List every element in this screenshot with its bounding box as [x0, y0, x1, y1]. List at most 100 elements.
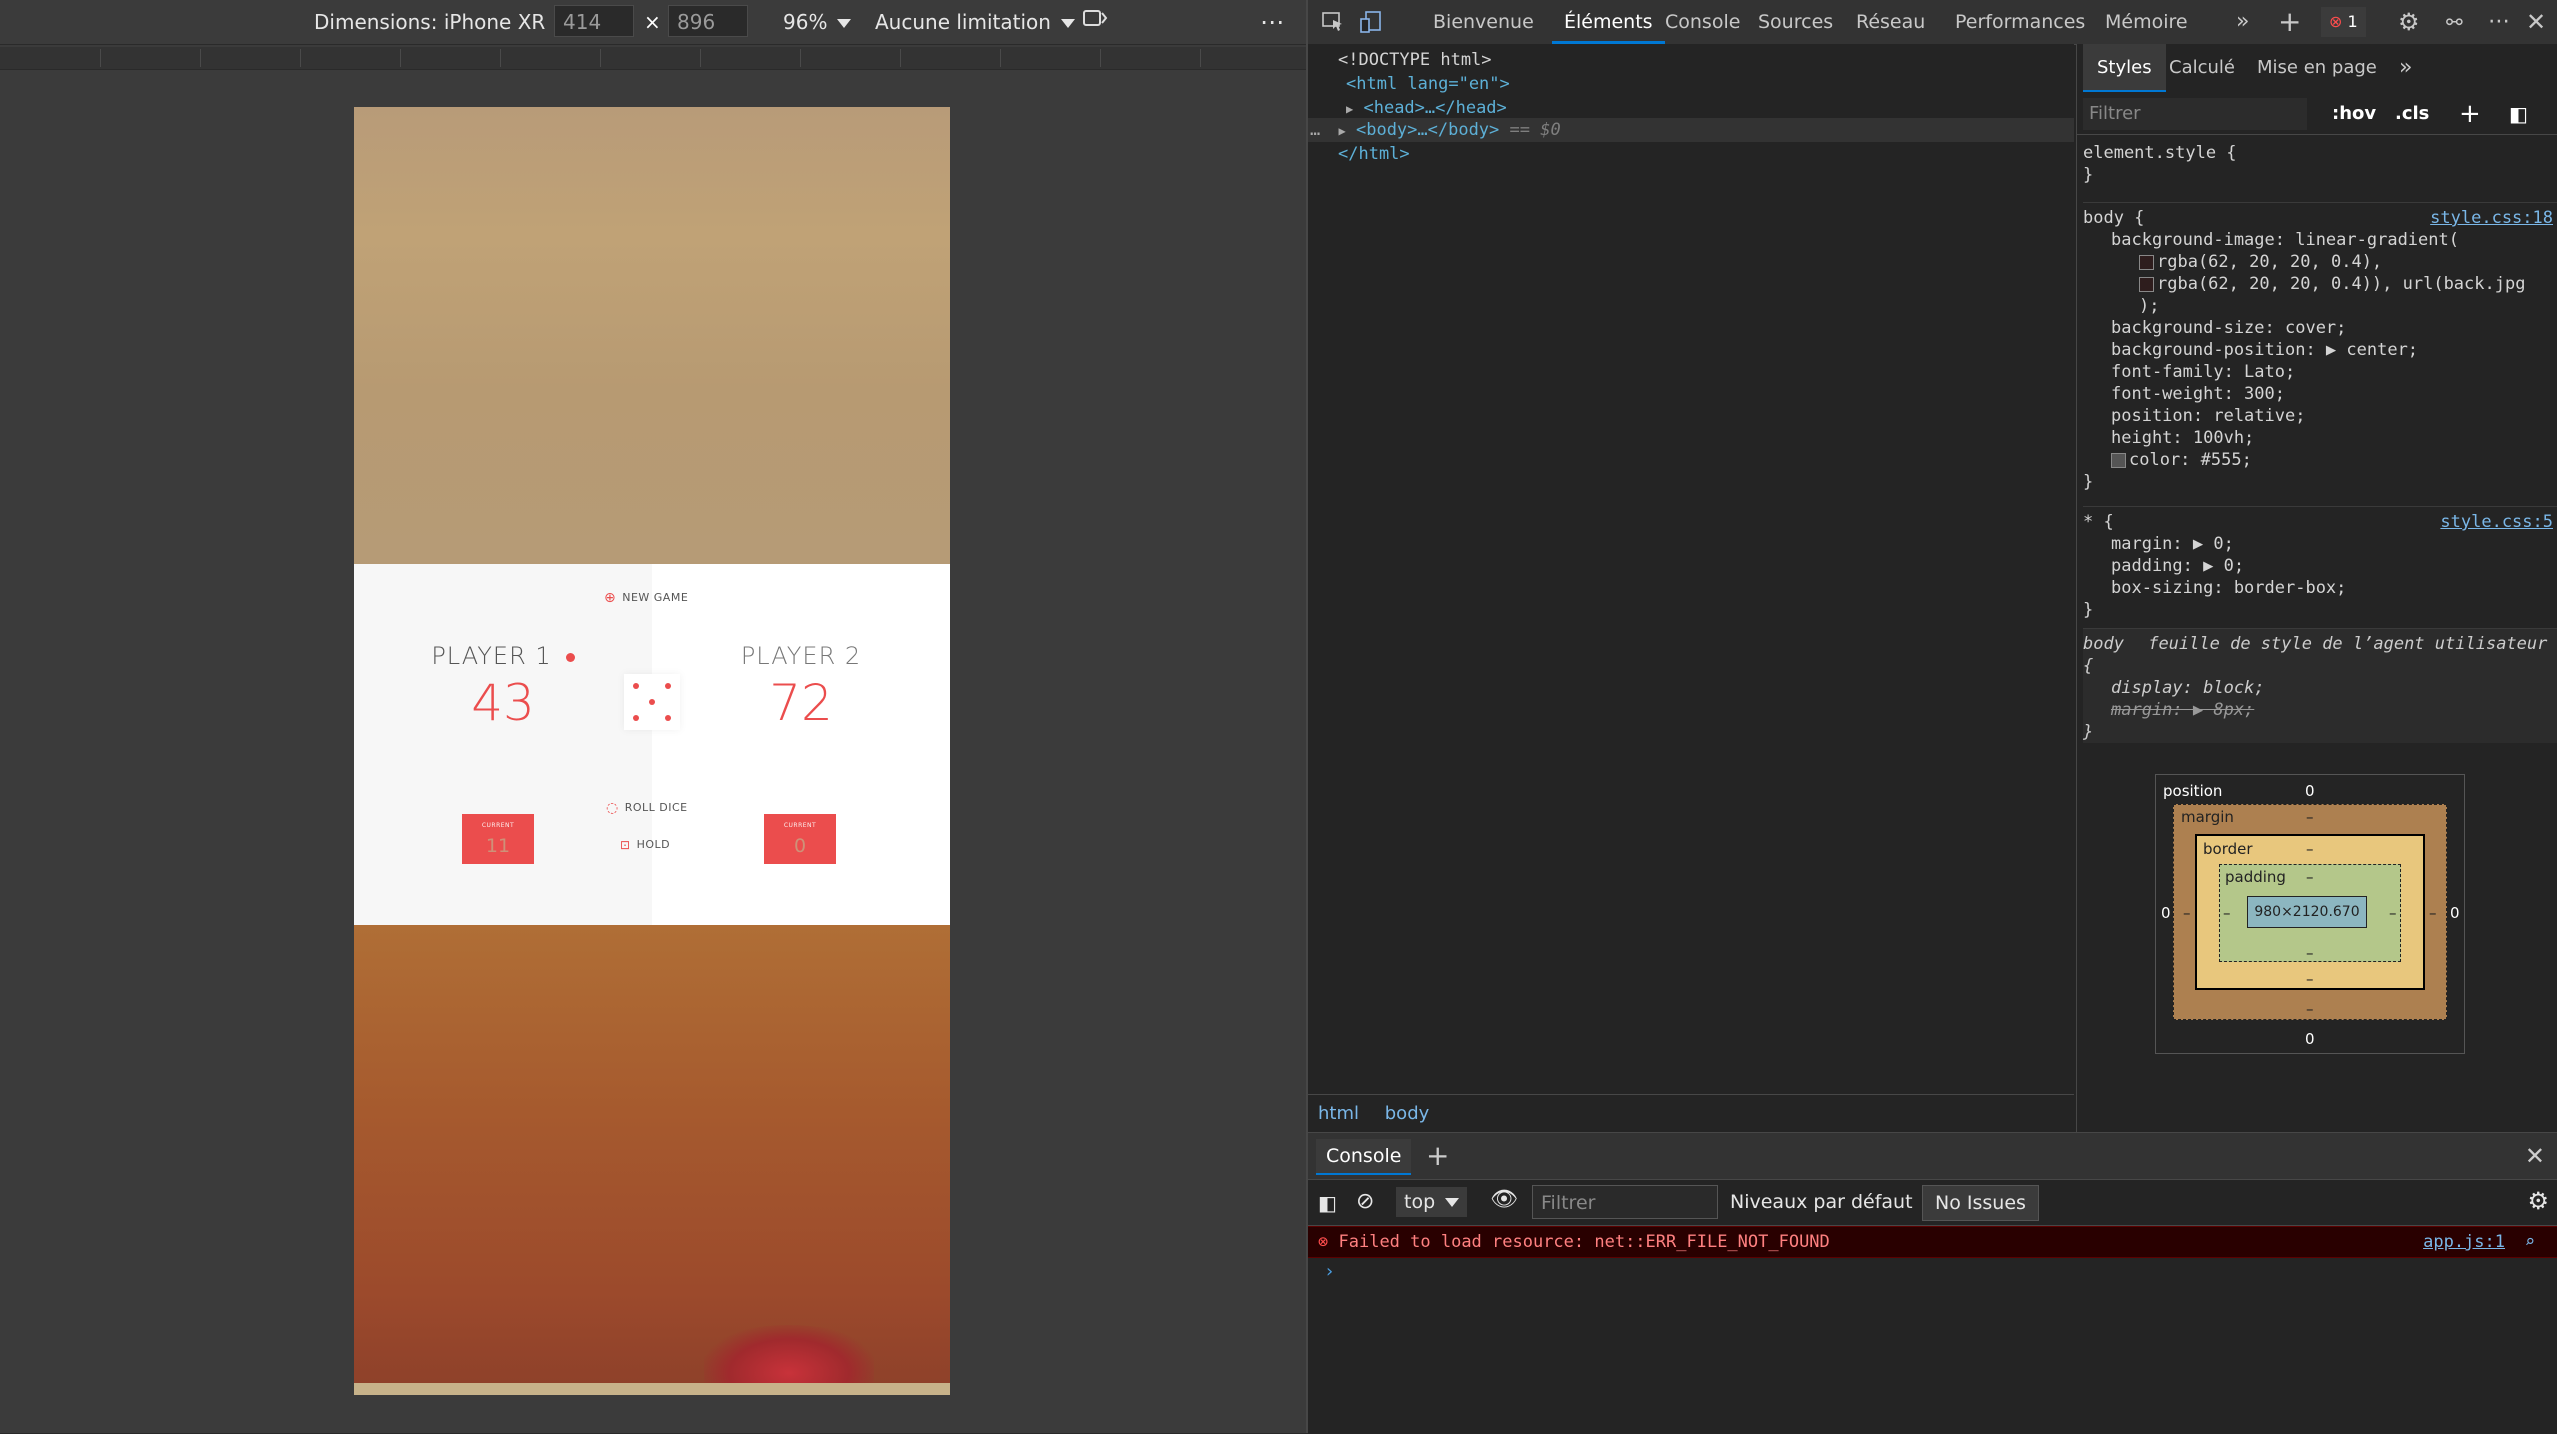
css-declaration[interactable]: color: #555;	[2129, 450, 2252, 470]
tab-welcome[interactable]: Bienvenue	[1433, 0, 1534, 44]
player2-score: 72	[769, 674, 833, 732]
breadcrumb-item-body[interactable]: body	[1385, 1103, 1430, 1124]
inspect-icon[interactable]	[1322, 11, 1344, 33]
close-icon[interactable]: ✕	[2525, 1133, 2545, 1179]
css-declaration[interactable]: rgba(62, 20, 20, 0.4),	[2157, 252, 2382, 272]
error-badge[interactable]: ⊗ 1	[2321, 7, 2366, 37]
hover-state-button[interactable]: :hov	[2332, 94, 2376, 134]
tab-console[interactable]: Console	[1665, 0, 1740, 44]
dimension-separator: ×	[644, 10, 661, 34]
body-rule-selector[interactable]: body {	[2083, 208, 2144, 228]
styles-filter-input[interactable]: Filtrer	[2083, 98, 2307, 130]
console-filter-input[interactable]: Filtrer	[1532, 1185, 1718, 1219]
console-drawer: Console + ✕ ◧ ⊘ top 👁 Filtrer Niveaux pa…	[1308, 1132, 2557, 1434]
body-rule: body { style.css:18 background-image: li…	[2083, 202, 2557, 493]
roll-dice-button[interactable]: ◌ ROLL DICE	[606, 800, 688, 816]
console-prompt[interactable]: ›	[1324, 1261, 1335, 1282]
log-levels-select[interactable]: Niveaux par défaut	[1730, 1179, 1937, 1225]
width-input[interactable]: 414	[554, 5, 634, 37]
tab-layout[interactable]: Mise en page	[2257, 44, 2377, 92]
doctype-node[interactable]: <!DOCTYPE html>	[1338, 48, 1492, 72]
gear-icon[interactable]: ⚙	[2398, 0, 2420, 44]
issues-button[interactable]: No Issues	[1922, 1185, 2039, 1221]
more-options-icon[interactable]: ⋯	[1260, 0, 1284, 44]
zoom-label: 96%	[783, 10, 828, 34]
more-tabs-icon[interactable]: »	[2236, 0, 2249, 44]
add-tab-icon[interactable]: +	[1426, 1133, 1449, 1179]
tab-network[interactable]: Réseau	[1856, 0, 1925, 44]
css-declaration[interactable]: box-sizing: border-box;	[2083, 577, 2557, 599]
color-swatch[interactable]	[2139, 254, 2154, 270]
chevron-down-icon	[1445, 1198, 1460, 1207]
eye-icon[interactable]: 👁	[1490, 1187, 1518, 1212]
element-style-selector[interactable]: element.style {	[2083, 142, 2557, 164]
tab-sources[interactable]: Sources	[1758, 0, 1833, 44]
devtools-tabbar: Bienvenue Éléments Console Sources Résea…	[1308, 0, 2557, 45]
context-select[interactable]: top	[1396, 1187, 1468, 1217]
content-size[interactable]: 980×2120.670	[2247, 896, 2367, 928]
tab-performance[interactable]: Performances	[1955, 0, 2085, 44]
css-declaration[interactable]: background-size: cover;	[2083, 317, 2557, 339]
css-declaration[interactable]: height: 100vh;	[2083, 427, 2557, 449]
css-declaration[interactable]: position: relative;	[2083, 405, 2557, 427]
toggle-sidebar-icon[interactable]: ◧	[2509, 94, 2528, 134]
error-icon: ⊗	[2329, 12, 2343, 31]
head-node[interactable]: ▶ <head>…</head>	[1346, 96, 1507, 120]
tab-styles[interactable]: Styles	[2083, 44, 2166, 92]
hold-button[interactable]: ⊡ HOLD	[620, 838, 670, 852]
css-declaration-overridden: margin: ▶ 8px;	[2111, 700, 2255, 720]
universal-rule-selector[interactable]: * {	[2083, 512, 2114, 532]
tab-computed[interactable]: Calculé	[2169, 44, 2235, 92]
css-declaration: );	[2139, 296, 2160, 316]
class-toggle-button[interactable]: .cls	[2395, 94, 2429, 134]
rotate-icon[interactable]	[1082, 0, 1108, 44]
error-count: 1	[2347, 12, 2358, 31]
active-player-dot	[565, 652, 575, 662]
body-rule-source-link[interactable]: style.css:18	[2430, 207, 2553, 229]
styles-tabbar: Styles Calculé Mise en page »	[2077, 44, 2557, 92]
breadcrumb-item-html[interactable]: html	[1318, 1103, 1359, 1124]
more-tabs-icon[interactable]: »	[2399, 44, 2412, 92]
player2-current-box: CURRENT 0	[764, 814, 836, 864]
new-rule-icon[interactable]: +	[2459, 94, 2481, 134]
more-options-icon[interactable]: ⋯	[2488, 0, 2510, 44]
game-panel: ⊕ NEW GAME PLAYER 1 PLAYER 2 43 72 CURREN…	[354, 564, 950, 925]
css-declaration[interactable]: padding: ▶ 0;	[2083, 555, 2557, 577]
device-toggle-icon[interactable]	[1360, 11, 1382, 33]
height-input[interactable]: 896	[668, 5, 748, 37]
roll-dice-label: ROLL DICE	[624, 801, 688, 814]
box-model-diagram: position 0 0 0 0 margin – – – – border –…	[2155, 774, 2465, 1054]
close-icon[interactable]: ✕	[2526, 0, 2546, 44]
tab-console-drawer[interactable]: Console	[1316, 1139, 1412, 1175]
error-source-link[interactable]: app.js:1	[2423, 1227, 2505, 1257]
add-tab-icon[interactable]: +	[2278, 0, 2301, 44]
connect-icon[interactable]: ⚯	[2446, 0, 2463, 44]
gear-icon[interactable]: ⚙	[2527, 1187, 2549, 1215]
hold-label: HOLD	[636, 838, 671, 851]
color-swatch[interactable]	[2111, 452, 2126, 468]
color-swatch[interactable]	[2139, 276, 2154, 292]
css-declaration[interactable]: font-family: Lato;	[2083, 361, 2557, 383]
css-declaration[interactable]: font-weight: 300;	[2083, 383, 2557, 405]
ellipsis-icon[interactable]: …	[1310, 120, 1320, 140]
clear-console-icon[interactable]: ⊘	[1356, 1189, 1374, 1214]
css-declaration[interactable]: rgba(62, 20, 20, 0.4)), url(back.jpg	[2157, 274, 2525, 294]
html-node[interactable]: <html lang="en">	[1346, 72, 1510, 96]
user-agent-rule: body feuille de style de l’agent utilisa…	[2083, 628, 2557, 743]
css-declaration[interactable]: margin: ▶ 0;	[2083, 533, 2557, 555]
zoom-select[interactable]: 96%	[783, 0, 852, 44]
expand-arrow-icon[interactable]: ▶	[1346, 102, 1353, 116]
universal-rule-source-link[interactable]: style.css:5	[2440, 511, 2553, 533]
throttle-select[interactable]: Aucune limitation	[875, 0, 1075, 44]
tab-elements[interactable]: Éléments	[1552, 0, 1665, 44]
device-select[interactable]: Dimensions: iPhone XR	[314, 0, 570, 44]
expand-arrow-icon[interactable]: ▶	[1339, 124, 1346, 138]
tab-memory[interactable]: Mémoire	[2105, 0, 2188, 44]
current-label: CURRENT	[783, 822, 817, 829]
body-node[interactable]: … ▶ <body>…</body> == $0	[1310, 118, 1561, 142]
new-game-button[interactable]: ⊕ NEW GAME	[604, 590, 688, 606]
sidebar-toggle-icon[interactable]: ◧	[1318, 1191, 1337, 1215]
search-icon[interactable]: ⌕	[2525, 1227, 2535, 1257]
css-declaration[interactable]: background-image: linear-gradient(	[2083, 229, 2557, 251]
css-declaration[interactable]: background-position: ▶ center;	[2083, 339, 2557, 361]
